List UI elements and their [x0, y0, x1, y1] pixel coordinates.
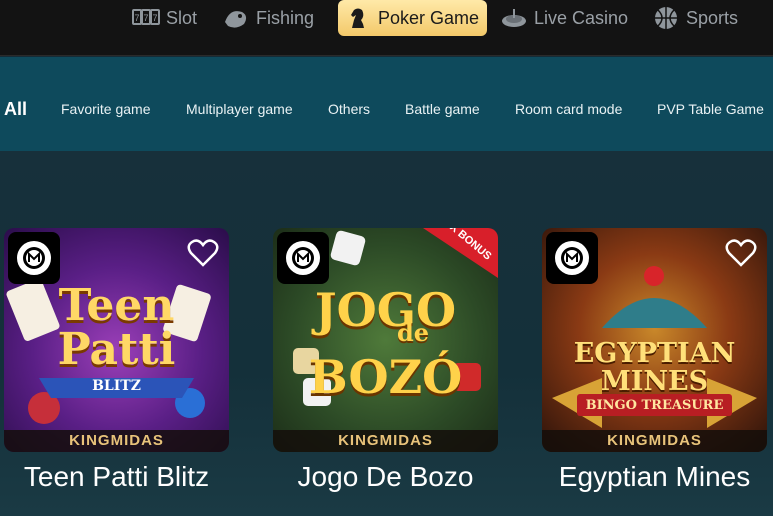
provider-chip-icon — [277, 232, 329, 284]
provider-chip-icon — [8, 232, 60, 284]
art-title-line-2: Patti — [57, 324, 176, 375]
category-bar: All Favorite game Multiplayer game Other… — [0, 57, 773, 151]
art-title-mid: de — [396, 318, 430, 347]
art-subtitle: BLITZ — [92, 378, 141, 394]
nav-item-fishing[interactable]: Fishing — [222, 0, 314, 36]
category-room-card-mode[interactable]: Room card mode — [515, 57, 622, 151]
nav-label-slot: Slot — [166, 7, 198, 28]
game-card-egyptian-mines[interactable]: EGYPTIAN MINES BINGO TREASURE KINGMIDAS — [542, 228, 767, 452]
ball-icon — [655, 7, 677, 29]
nav-label-sports: Sports — [686, 7, 739, 28]
game-title-egyptian-mines[interactable]: Egyptian Mines — [542, 460, 767, 494]
game-title-jogo-de-bozo[interactable]: Jogo De Bozo — [273, 460, 498, 494]
provider-label: KINGMIDAS — [4, 430, 229, 452]
favorite-heart-icon[interactable] — [725, 238, 757, 268]
category-all[interactable]: All — [4, 57, 27, 151]
nav-item-sports[interactable]: Sports — [652, 0, 738, 36]
roulette-icon — [502, 9, 526, 27]
art-subtitle: BINGO TREASURE — [585, 398, 724, 413]
category-pvp-table-game[interactable]: PVP Table Game — [657, 57, 764, 151]
favorite-heart-icon[interactable] — [187, 238, 219, 268]
game-card-teen-patti-blitz[interactable]: Teen Patti BLITZ KINGMIDAS — [4, 228, 229, 452]
fishing-icon — [225, 11, 247, 28]
slot-icon: 7 7 7 — [132, 9, 160, 25]
nav-label-fishing: Fishing — [256, 7, 315, 28]
svg-text:7: 7 — [143, 13, 148, 23]
svg-text:7: 7 — [134, 13, 139, 23]
nav-item-live-casino[interactable]: Live Casino — [500, 0, 628, 36]
svg-text:7: 7 — [152, 13, 157, 23]
provider-label: KINGMIDAS — [542, 430, 767, 452]
art-title-line-2: MINES — [600, 366, 709, 397]
nav-item-slot[interactable]: 7 7 7 Slot — [132, 0, 197, 36]
provider-label: KINGMIDAS — [273, 430, 498, 452]
chess-knight-icon — [351, 8, 364, 28]
nav-item-poker-game[interactable]: Poker Game — [338, 0, 488, 36]
art-title-line-2: BOZÓ — [308, 350, 463, 404]
category-multiplayer-game[interactable]: Multiplayer game — [186, 57, 293, 151]
nav-label-live-casino: Live Casino — [534, 7, 629, 28]
top-nav: 7 7 7 Slot Fishing Poker Game Live Casin… — [0, 0, 773, 56]
category-favorite-game[interactable]: Favorite game — [61, 57, 150, 151]
provider-chip-icon — [546, 232, 598, 284]
category-others[interactable]: Others — [328, 57, 370, 151]
game-title-teen-patti-blitz[interactable]: Teen Patti Blitz — [4, 460, 229, 494]
nav-label-poker-game: Poker Game — [378, 7, 480, 28]
category-battle-game[interactable]: Battle game — [405, 57, 480, 151]
art-title-line-1: EGYPTIAN — [573, 338, 736, 369]
game-card-jogo-de-bozo[interactable]: 2X BONUS JOGO de BOZÓ KINGMIDAS — [273, 228, 498, 452]
